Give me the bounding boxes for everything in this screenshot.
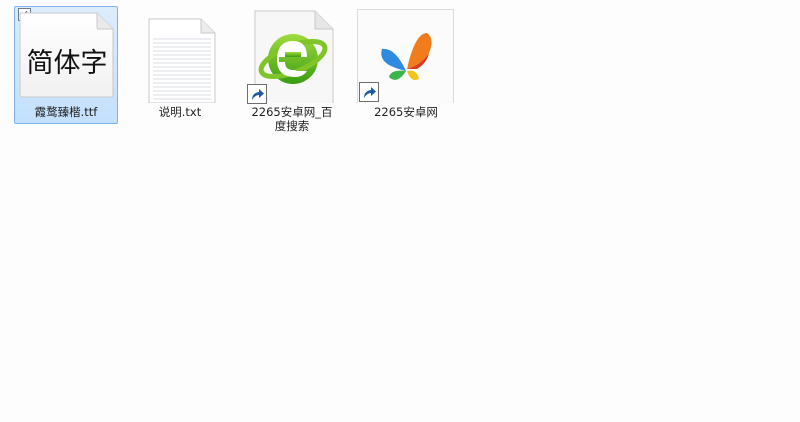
text-file-icon bbox=[148, 18, 216, 103]
shortcut-arrow-icon bbox=[247, 84, 267, 104]
font-preview-text: 简体字 bbox=[26, 48, 108, 79]
file-name-label: 霞鹜臻楷.ttf bbox=[34, 105, 98, 119]
file-item-text[interactable]: 说明.txt bbox=[128, 6, 232, 124]
file-name-label: 2265安卓网_百度搜索 bbox=[251, 105, 333, 133]
file-item-ie-shortcut[interactable]: 2265安卓网_百度搜索 bbox=[240, 6, 344, 133]
file-item-font[interactable]: ✓ 简体字 霞鹜臻楷.ttf bbox=[14, 6, 118, 124]
shortcut-arrow-icon bbox=[359, 82, 379, 102]
file-name-label: 说明.txt bbox=[158, 105, 202, 119]
file-name-label: 2265安卓网 bbox=[374, 105, 438, 119]
file-item-msn-shortcut[interactable]: 2265安卓网 bbox=[354, 6, 458, 124]
